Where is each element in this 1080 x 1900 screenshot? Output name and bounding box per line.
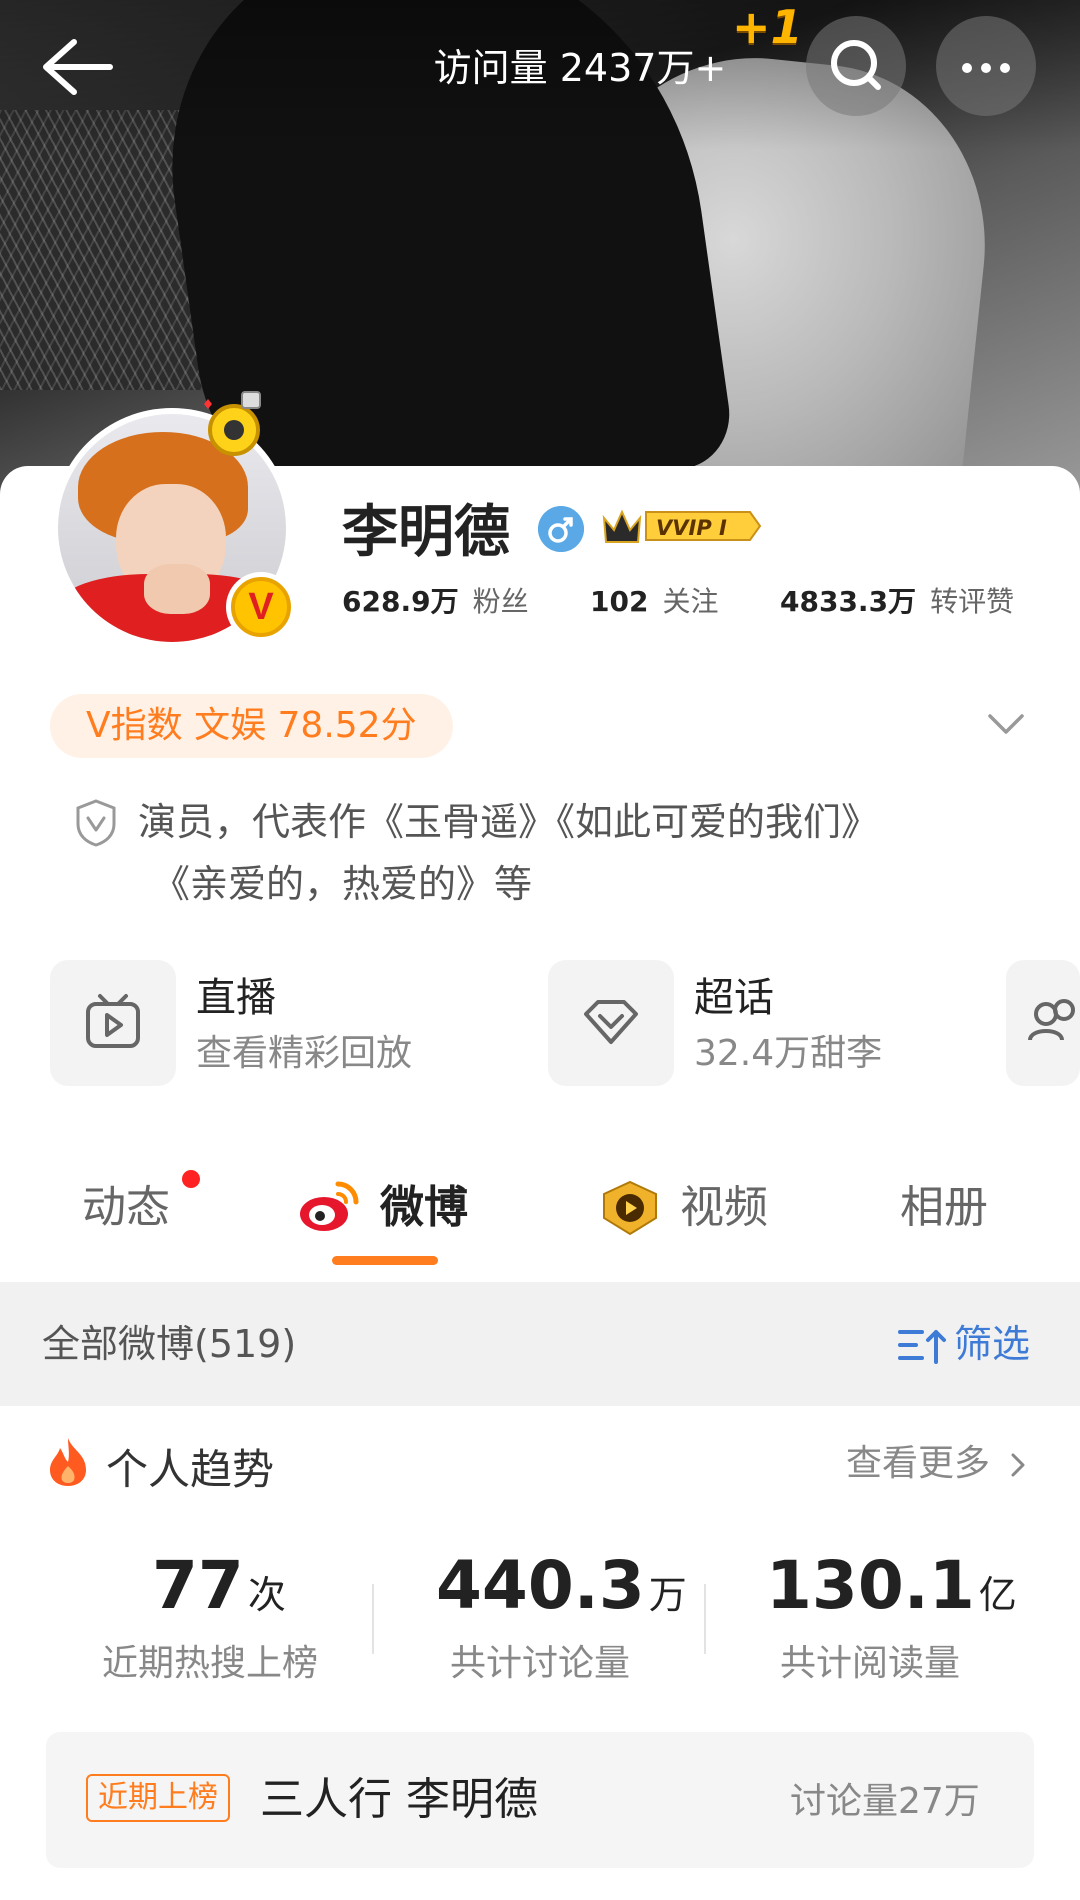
shield-v-icon [76, 799, 116, 847]
see-more-link[interactable]: 查看更多 [846, 1436, 1029, 1492]
tab-album[interactable]: 相册 [900, 1172, 988, 1244]
hot-search-metric-label: 近期热搜上榜 [101, 1643, 318, 1684]
tab-weibo[interactable]: 微博 [380, 1172, 468, 1244]
personal-trend-title: 个人趋势 [106, 1445, 275, 1494]
avatar-pendant-icon[interactable] [194, 386, 274, 466]
diamond-icon [584, 1000, 638, 1044]
more-dot-icon [962, 63, 972, 73]
filter-sort-icon [898, 1330, 946, 1364]
people-icon [1028, 999, 1075, 1041]
super-topic-tile-icon[interactable] [548, 960, 674, 1086]
live-tile-title[interactable]: 直播 [196, 970, 276, 1026]
fan-group-tile-icon[interactable] [1006, 960, 1080, 1086]
active-tab-indicator [332, 1256, 438, 1265]
read-metric: 130.1 亿 [766, 1547, 1017, 1624]
tab-feed-unread-dot [182, 1170, 200, 1188]
bio-text-line2: 《亲爱的，热爱的》等 [152, 862, 533, 906]
video-gold-icon [603, 1180, 657, 1236]
flame-icon [50, 1438, 86, 1486]
live-tile-subtitle: 查看精彩回放 [196, 1033, 413, 1074]
plus-one-badge: +1 [732, 0, 803, 54]
visit-count: 访问量 2437万+ [433, 46, 727, 90]
weibo-logo-icon [300, 1181, 359, 1231]
discussion-metric-label: 共计讨论量 [449, 1643, 630, 1684]
back-button[interactable] [36, 32, 126, 102]
chevron-down-icon[interactable] [984, 706, 1028, 742]
male-gender-icon [538, 506, 584, 552]
search-button[interactable] [806, 16, 906, 116]
live-tile-icon[interactable] [50, 960, 176, 1086]
vvip-badge[interactable]: VVIP I [600, 504, 762, 548]
verified-v-badge: V [226, 572, 296, 642]
hot-topic-discussion-count: 讨论量27万 [790, 1781, 980, 1822]
top-bar: 访问量 2437万+ +1 [0, 0, 1080, 130]
tv-play-icon [86, 994, 140, 1048]
discussion-metric: 440.3 万 [436, 1547, 687, 1624]
more-options-button[interactable] [936, 16, 1036, 116]
crown-icon: VVIP I [602, 509, 762, 543]
back-arrow-icon [43, 39, 113, 95]
chevron-right-icon [1011, 1453, 1025, 1477]
hot-topic-title[interactable]: 三人行 李明德 [260, 1768, 538, 1832]
bio-text-line1: 演员，代表作《玉骨遥》《如此可爱的我们》 [138, 800, 880, 844]
fans-stat[interactable]: 628.9万 粉丝 [342, 580, 529, 624]
profile-name: 李明德 [342, 500, 510, 565]
read-metric-label: 共计阅读量 [779, 1643, 960, 1684]
super-topic-tile-title[interactable]: 超话 [694, 970, 774, 1026]
super-topic-tile-subtitle: 32.4万甜李 [694, 1033, 883, 1074]
tab-feed[interactable]: 动态 [82, 1172, 170, 1244]
tab-video[interactable]: 视频 [680, 1172, 768, 1244]
hot-search-metric: 77 次 [152, 1547, 286, 1624]
following-stat[interactable]: 102 关注 [590, 580, 718, 624]
likes-stat[interactable]: 4833.3万 转评赞 [780, 580, 1014, 624]
recent-rank-tag: 近期上榜 [86, 1774, 230, 1822]
v-index-badge[interactable]: V指数 文娱 78.52分 [50, 694, 453, 758]
search-icon [831, 40, 881, 90]
all-weibo-count: 全部微博(519) [42, 1322, 297, 1366]
svg-text:VVIP I: VVIP I [656, 516, 727, 540]
